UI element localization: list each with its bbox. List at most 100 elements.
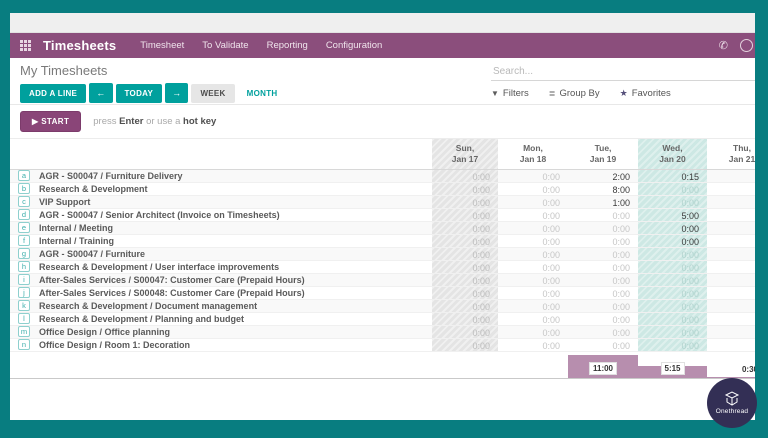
timesheet-cell[interactable]: 0:00 xyxy=(498,339,568,351)
timesheet-cell[interactable]: 0:15 xyxy=(638,170,707,182)
timesheet-cell[interactable]: 0:00 xyxy=(432,235,498,247)
timesheet-cell[interactable]: 0:00 xyxy=(638,300,707,312)
favorites-menu[interactable]: ★ Favorites xyxy=(620,88,671,99)
timesheet-cell[interactable]: 0:00 xyxy=(498,274,568,286)
menu-item-reporting[interactable]: Reporting xyxy=(267,40,308,51)
timesheet-row: lResearch & Development / Planning and b… xyxy=(10,313,755,326)
timesheet-cell[interactable] xyxy=(707,313,755,325)
timesheet-cell[interactable]: 0:00 xyxy=(568,248,638,260)
timesheet-cell[interactable]: 0:00 xyxy=(568,222,638,234)
timesheet-cell[interactable]: 0:00 xyxy=(432,222,498,234)
timesheet-cell[interactable]: 0:00 xyxy=(498,183,568,195)
timesheet-cell[interactable]: 0:00 xyxy=(568,274,638,286)
row-hotkey-badge: i xyxy=(18,274,30,285)
timesheet-cell[interactable]: 0:00 xyxy=(568,209,638,221)
timesheet-cell[interactable]: 0:00 xyxy=(498,170,568,182)
timesheet-cell[interactable] xyxy=(707,300,755,312)
row-project-task-label: After-Sales Services / S00047: Customer … xyxy=(39,275,305,285)
systray-clock-icon[interactable] xyxy=(740,39,753,52)
timesheet-cell[interactable]: 2:00 xyxy=(568,170,638,182)
footer-total-label: 0:30 xyxy=(739,364,755,375)
column-header-wed: Wed,Jan 20 xyxy=(638,139,707,169)
timesheet-cell[interactable]: 0:00 xyxy=(568,313,638,325)
timesheet-cell[interactable]: 0:00 xyxy=(498,287,568,299)
timesheet-cell[interactable]: 0:00 xyxy=(638,313,707,325)
previous-period-button[interactable]: ← xyxy=(89,83,112,103)
menu-item-to-validate[interactable]: To Validate xyxy=(202,40,248,51)
timesheet-cell[interactable]: 0:00 xyxy=(498,326,568,338)
menu-item-timesheet[interactable]: Timesheet xyxy=(140,40,184,51)
timesheet-cell[interactable] xyxy=(707,326,755,338)
timesheet-cell[interactable] xyxy=(707,261,755,273)
start-timer-button[interactable]: ▶ START xyxy=(20,111,81,132)
timesheet-cell[interactable]: 1:00 xyxy=(568,196,638,208)
timesheet-cell[interactable]: 0:00 xyxy=(638,196,707,208)
timesheet-cell[interactable] xyxy=(707,339,755,351)
filters-menu[interactable]: ▼ Filters xyxy=(491,88,529,99)
timesheet-cell[interactable]: 0:00 xyxy=(498,196,568,208)
timesheet-cell[interactable]: 8:00 xyxy=(568,183,638,195)
timesheet-cell[interactable]: 0:00 xyxy=(432,326,498,338)
timesheet-cell[interactable]: 0:00 xyxy=(498,222,568,234)
timesheet-cell[interactable]: 0:00 xyxy=(638,235,707,247)
timesheet-cell[interactable]: 0:00 xyxy=(568,300,638,312)
timesheet-cell[interactable] xyxy=(707,183,755,195)
timesheet-cell[interactable]: 0:00 xyxy=(432,196,498,208)
footer-total-cell: 11:00 xyxy=(568,352,638,378)
timesheet-cell[interactable]: 0:00 xyxy=(568,326,638,338)
phone-icon[interactable]: ✆ xyxy=(719,39,728,52)
timesheet-cell[interactable]: 0:00 xyxy=(432,274,498,286)
timesheet-row: dAGR - S00047 / Senior Architect (Invoic… xyxy=(10,209,755,222)
timesheet-cell[interactable]: 0:00 xyxy=(432,209,498,221)
timesheet-cell[interactable]: 0:00 xyxy=(638,222,707,234)
timesheet-cell[interactable] xyxy=(707,274,755,286)
timesheet-cell[interactable]: 0:00 xyxy=(638,248,707,260)
timesheet-cell[interactable] xyxy=(707,222,755,234)
timesheet-cell[interactable]: 0:00 xyxy=(568,339,638,351)
apps-grid-icon[interactable] xyxy=(20,40,31,51)
timesheet-cell[interactable]: 0:00 xyxy=(498,261,568,273)
timesheet-cell[interactable]: 0:00 xyxy=(568,261,638,273)
timesheet-cell[interactable]: 0:00 xyxy=(432,300,498,312)
timesheet-cell[interactable]: 5:00 xyxy=(638,209,707,221)
timesheet-cell[interactable]: 0:00 xyxy=(432,313,498,325)
menu-item-configuration[interactable]: Configuration xyxy=(326,40,383,51)
timesheet-cell[interactable]: 0:00 xyxy=(432,170,498,182)
timesheet-cell[interactable]: 0:00 xyxy=(432,183,498,195)
row-project-task-label: AGR - S00047 / Senior Architect (Invoice… xyxy=(39,210,280,220)
timesheet-cell[interactable]: 0:00 xyxy=(432,248,498,260)
group-by-menu[interactable]: ≣ Group By xyxy=(549,88,600,99)
timesheet-cell[interactable]: 0:00 xyxy=(432,287,498,299)
timesheet-cell[interactable]: 0:00 xyxy=(498,235,568,247)
timesheet-cell[interactable]: 0:00 xyxy=(638,287,707,299)
timesheet-cell[interactable]: 0:00 xyxy=(638,183,707,195)
footer-total-label: 5:15 xyxy=(660,362,684,375)
timesheet-cell[interactable] xyxy=(707,209,755,221)
today-button[interactable]: TODAY xyxy=(116,84,163,103)
timesheet-cell[interactable]: 0:00 xyxy=(638,261,707,273)
search-input[interactable] xyxy=(491,63,755,81)
timesheet-cell[interactable] xyxy=(707,170,755,182)
next-period-button[interactable]: → xyxy=(165,83,188,103)
timesheet-cell[interactable]: 0:00 xyxy=(498,209,568,221)
timesheet-cell[interactable] xyxy=(707,287,755,299)
week-range-button[interactable]: WEEK xyxy=(191,84,234,103)
timesheet-cell[interactable]: 0:00 xyxy=(638,339,707,351)
timesheet-cell[interactable]: 0:00 xyxy=(568,235,638,247)
timesheet-row: nOffice Design / Room 1: Decoration0:000… xyxy=(10,339,755,352)
timesheet-cell[interactable]: 0:00 xyxy=(638,274,707,286)
timesheet-cell[interactable]: 0:00 xyxy=(498,313,568,325)
timesheet-cell[interactable]: 0:00 xyxy=(432,261,498,273)
timesheet-cell[interactable]: 0:00 xyxy=(498,300,568,312)
timesheet-cell[interactable] xyxy=(707,196,755,208)
timesheet-cell[interactable]: 0:00 xyxy=(498,248,568,260)
timesheet-cell[interactable]: 0:00 xyxy=(568,287,638,299)
add-a-line-button[interactable]: ADD A LINE xyxy=(20,84,86,103)
month-range-button[interactable]: MONTH xyxy=(238,84,287,103)
timesheet-cell[interactable]: 0:00 xyxy=(432,339,498,351)
timesheet-cell[interactable] xyxy=(707,235,755,247)
app-title[interactable]: Timesheets xyxy=(43,38,116,53)
timesheet-cell[interactable]: 0:00 xyxy=(638,326,707,338)
timesheet-cell[interactable] xyxy=(707,248,755,260)
onethread-watermark-badge: Onethread xyxy=(707,378,757,428)
